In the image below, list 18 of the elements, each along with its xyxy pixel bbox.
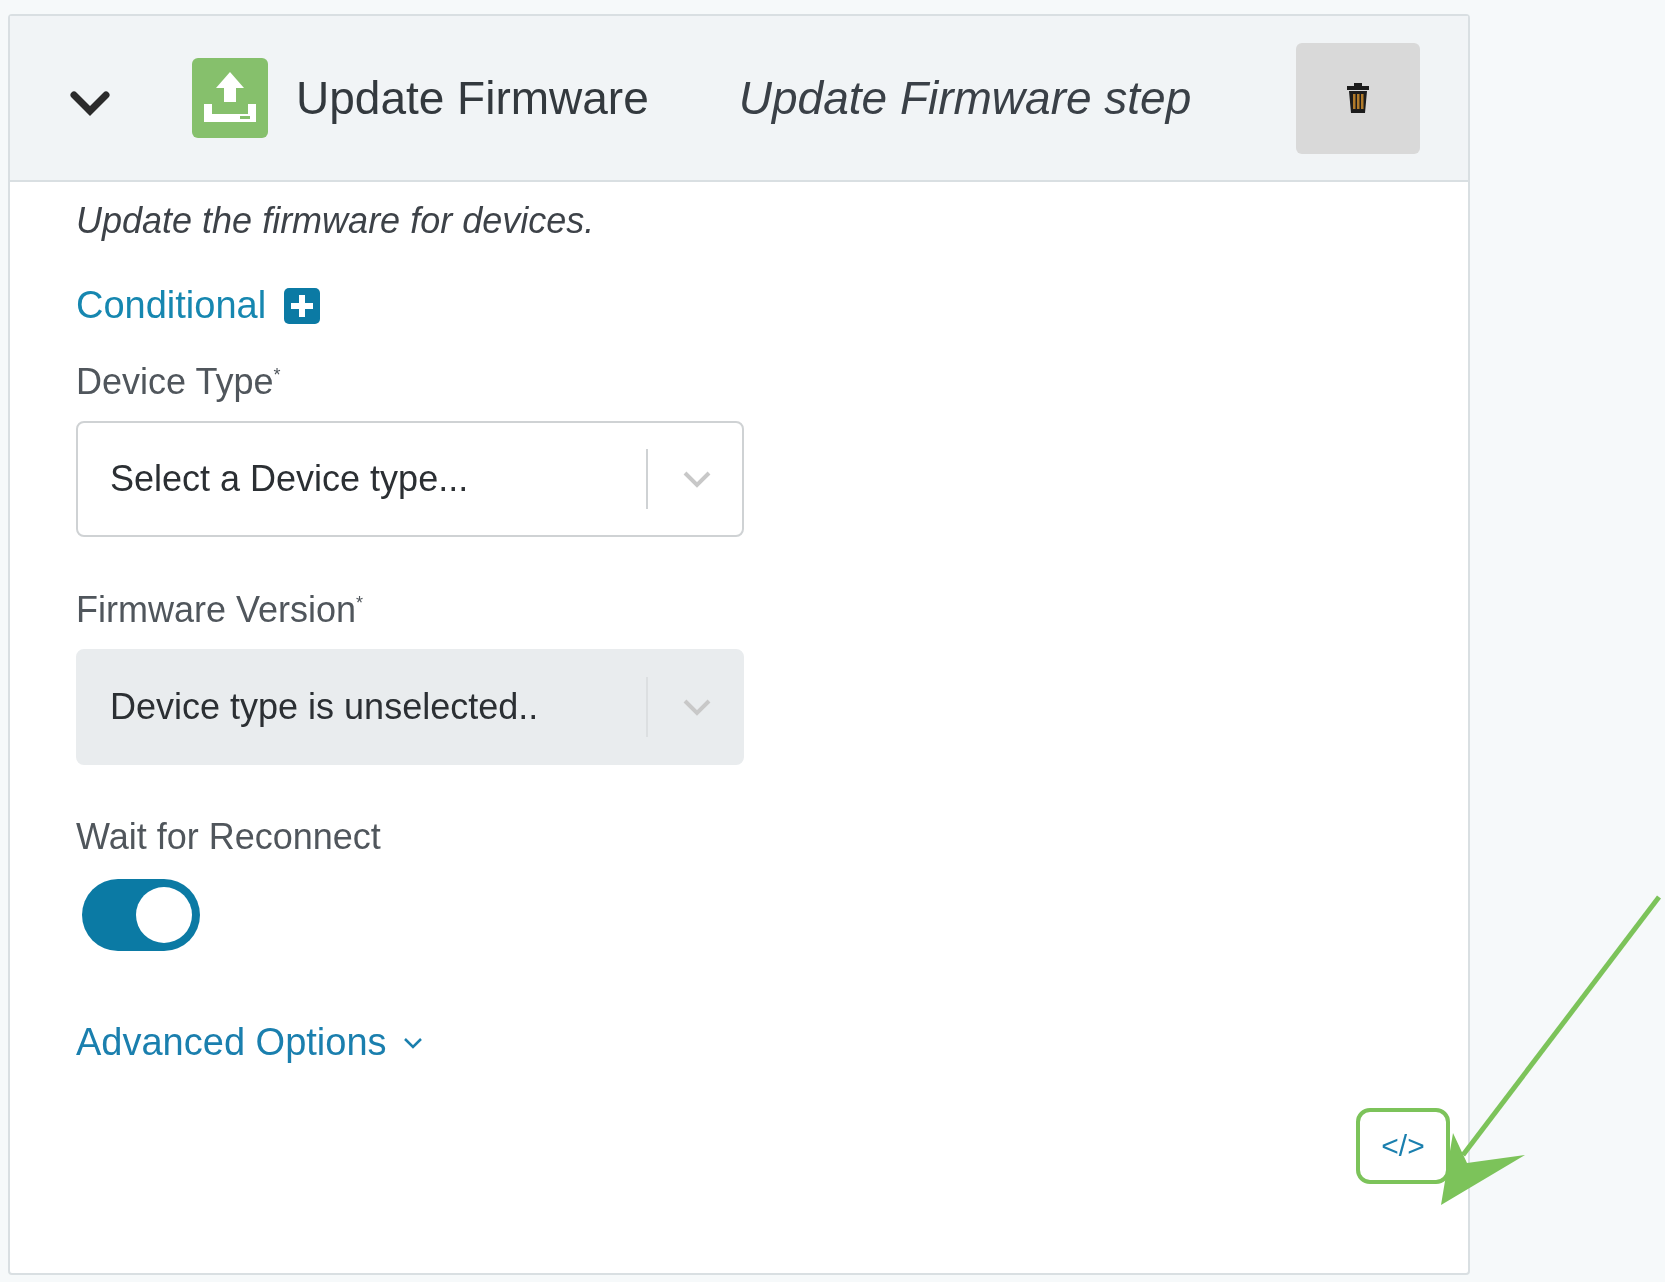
delete-button[interactable]: [1296, 42, 1420, 154]
required-mark: *: [356, 593, 364, 613]
code-view-button[interactable]: </>: [1356, 1108, 1450, 1184]
required-mark: *: [273, 365, 281, 385]
upload-icon: [192, 58, 268, 138]
step-title: Update Firmware: [296, 71, 649, 125]
step-description: Update the firmware for devices.: [76, 200, 596, 243]
chevron-icon[interactable]: [70, 91, 110, 117]
caret-icon[interactable]: [402, 1036, 423, 1049]
step-name: Update Firmware step: [738, 71, 1192, 125]
advanced-options-link[interactable]: Advanced Options: [76, 1021, 387, 1064]
field-label: Firmware Version$^{*}$: [76, 589, 365, 631]
trash-icon: [1346, 83, 1370, 113]
conditional-link[interactable]: Conditional: [76, 284, 267, 327]
toggle-label: Wait for Reconnect: [76, 816, 382, 858]
select-field[interactable]: Select a Device type...: [76, 421, 744, 537]
plus-icon[interactable]: [284, 287, 321, 324]
field-label: Device Type$^{*}$: [76, 361, 282, 403]
